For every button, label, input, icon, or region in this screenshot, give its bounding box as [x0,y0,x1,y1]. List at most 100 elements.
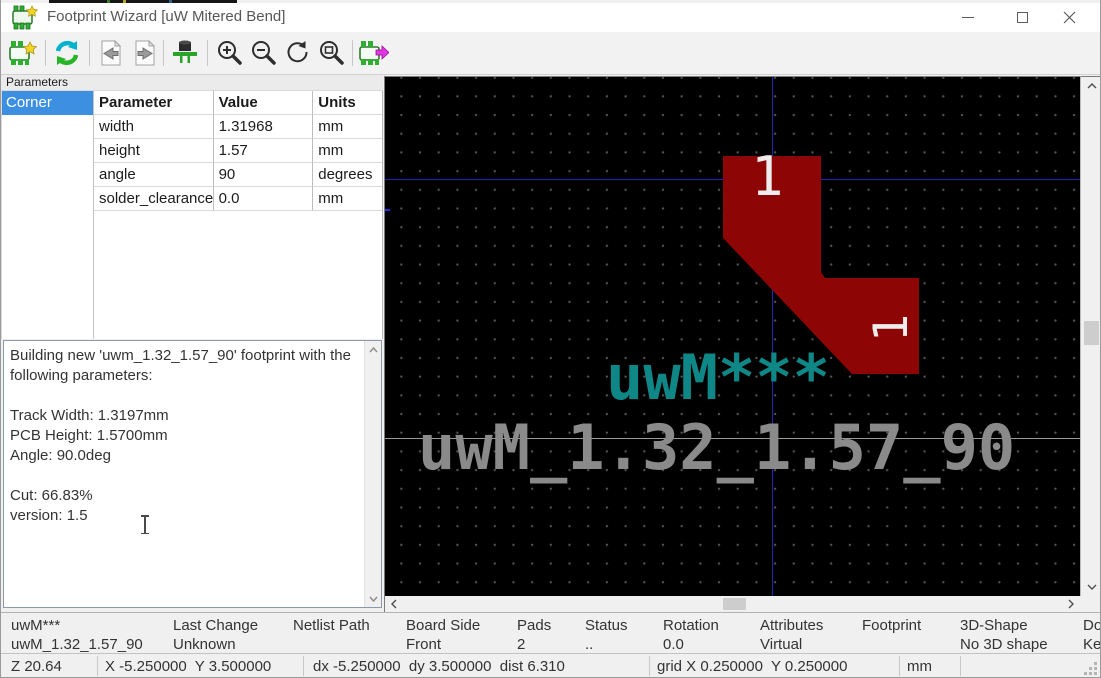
toolbar-separator [89,40,90,66]
footprint-preview-canvas[interactable]: 1 1 uwM*** uwM_1.32_1.57_90 [384,76,1080,596]
param-units: mm [313,115,382,139]
info-field-board-side: Board Side Front [406,616,480,654]
pad1-number-label: 1 [751,145,784,208]
zoom-in-button[interactable] [214,37,246,69]
scroll-up-arrow[interactable] [1081,79,1101,93]
info-label: Footprint [862,616,921,635]
status-separator [97,656,98,676]
param-units: mm [313,139,382,163]
status-relative-position: dx -5.250000 dy 3.500000 dist 6.310 [313,658,565,675]
info-value: 2 [517,635,551,654]
info-value: Virtual [760,635,823,654]
param-units: mm [313,187,382,211]
status-separator [899,656,900,676]
param-value-cell[interactable]: 0.0 [214,187,314,211]
info-label: Board Side [406,616,480,635]
select-footprint-wizard-button[interactable] [7,37,39,69]
maximize-button[interactable] [1000,3,1045,32]
vertical-scroll-thumb[interactable] [1084,321,1099,345]
app-footprint-wizard-icon [11,5,39,35]
export-footprint-button[interactable] [358,37,390,69]
footprint-info-panel: uwM*** uwM_1.32_1.57_90 Last Change Unkn… [1,612,1100,653]
param-name: solder_clearance [94,187,214,211]
info-value: Unknown [173,635,258,654]
toolbar-separator [45,40,46,66]
export-footprint-icon [359,40,389,66]
footprint-wizard-star-icon [9,40,37,66]
main-toolbar [1,32,1100,75]
canvas-horizontal-scrollbar[interactable] [384,596,1080,612]
param-value-cell[interactable]: 1.31968 [214,115,314,139]
canvas-vertical-scrollbar[interactable] [1080,76,1101,596]
pad2-number-label: 1 [867,303,917,353]
status-separator [303,656,304,676]
info-field-status: Status .. [585,616,628,654]
refresh-icon [53,39,81,67]
info-value [293,635,370,654]
table-row: height 1.57 mm [94,139,382,163]
info-label: Status [585,616,628,635]
message-line: version: 1.5 [10,506,359,526]
info-value: Ke [1083,635,1101,654]
zoom-out-button[interactable] [248,37,280,69]
parameters-table-header: Parameter Value Units [94,91,382,115]
parameters-caption: Parameters [1,75,383,91]
info-field-netlist-path: Netlist Path [293,616,370,654]
pad-settings-button[interactable] [169,37,201,69]
window-resize-grip[interactable] [1085,663,1097,675]
scroll-down-arrow[interactable] [1081,580,1101,594]
info-value: Front [406,635,480,654]
parameters-table: Parameter Value Units width 1.31968 mm h… [94,91,383,339]
next-page-button[interactable] [129,37,161,69]
param-value-cell[interactable]: 90 [214,163,314,187]
scroll-up-arrow[interactable] [365,341,382,358]
info-label: Netlist Path [293,616,370,635]
param-value-cell[interactable]: 1.57 [214,139,314,163]
info-field-footprint: Footprint [862,616,921,654]
page-list-item-corner[interactable]: Corner [2,91,93,115]
close-button[interactable] [1047,3,1092,32]
status-separator [649,656,650,676]
toolbar-separator [207,40,208,66]
info-value: uwM_1.32_1.57_90 [11,635,143,654]
info-field-doc: Do Ke [1083,616,1101,654]
info-field-3d-shape: 3D-Shape No 3D shape [960,616,1048,654]
status-zoom: Z 20.64 [11,658,62,675]
info-label: uwM*** [11,616,143,635]
wizard-message-panel[interactable]: Building new 'uwm_1.32_1.57_90' footprin… [3,340,382,608]
info-field-pads: Pads 2 [517,616,551,654]
title-bar: Footprint Wizard [uW Mitered Bend] [1,3,1100,32]
scroll-right-arrow[interactable] [1064,596,1078,612]
previous-page-button[interactable] [95,37,127,69]
info-value [862,635,921,654]
status-cursor-position: X -5.250000 Y 3.500000 [105,658,271,675]
footprint-value-text: uwM_1.32_1.57_90 [418,411,1015,484]
redraw-view-button[interactable] [282,37,314,69]
through-hole-pad-icon [171,39,199,67]
footprint-reference-text: uwM*** [606,341,830,414]
scroll-down-arrow[interactable] [365,590,382,607]
info-value: .. [585,635,628,654]
info-label: Attributes [760,616,823,635]
message-text: Building new 'uwm_1.32_1.57_90' footprin… [10,346,359,526]
info-value: No 3D shape [960,635,1048,654]
table-row: solder_clearance 0.0 mm [94,187,382,211]
minimize-button[interactable] [945,3,990,32]
info-field-reference: uwM*** uwM_1.32_1.57_90 [11,616,143,654]
window-title: Footprint Wizard [uW Mitered Bend] [47,8,285,25]
header-units: Units [313,91,382,115]
zoom-to-fit-button[interactable] [316,37,348,69]
info-label: Rotation [663,616,719,635]
info-label: 3D-Shape [960,616,1048,635]
header-value: Value [214,91,314,115]
scroll-left-arrow[interactable] [387,596,401,612]
horizontal-scroll-thumb[interactable] [723,598,746,610]
status-separator [960,656,961,676]
info-label: Pads [517,616,551,635]
message-line: Angle: 90.0deg [10,446,359,466]
mitered-bend-copper-shape [385,77,1080,596]
refresh-preview-button[interactable] [51,37,83,69]
message-line: Building new 'uwm_1.32_1.57_90' footprin… [10,346,359,366]
message-scrollbar[interactable] [364,341,381,607]
table-row: angle 90 degrees [94,163,382,187]
